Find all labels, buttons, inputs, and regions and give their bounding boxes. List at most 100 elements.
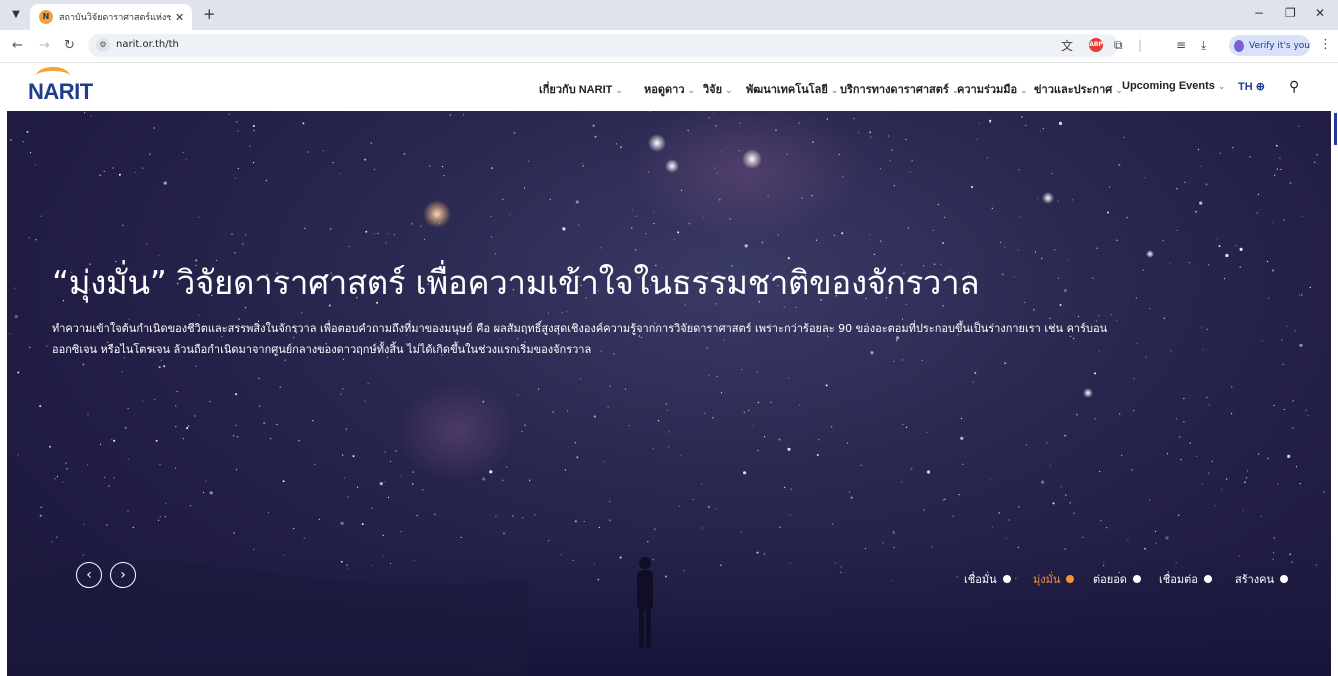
star	[962, 463, 964, 465]
star	[779, 526, 781, 528]
star	[187, 425, 189, 427]
star	[1135, 297, 1137, 299]
star	[1235, 244, 1237, 247]
star	[364, 158, 367, 161]
tab-list-chevron-icon[interactable]: ▼	[8, 7, 24, 23]
star	[838, 153, 840, 156]
forward-arrow-icon[interactable]: →	[39, 38, 50, 53]
restore-icon[interactable]: ❐	[1285, 6, 1296, 20]
star	[302, 122, 305, 125]
chevron-down-icon: ⌄	[830, 85, 839, 95]
star	[242, 243, 244, 245]
star	[1069, 502, 1071, 504]
star	[857, 132, 860, 134]
nav-item-news[interactable]: ข่าวและประกาศ ⌄	[1034, 80, 1123, 98]
star	[252, 162, 255, 164]
nav-item-collaboration[interactable]: ความร่วมมือ ⌄	[957, 80, 1028, 98]
translate-icon[interactable]: ⽂	[1061, 37, 1073, 54]
star	[668, 446, 670, 448]
nav-item-about[interactable]: เกี่ยวกับ NARIT ⌄	[539, 80, 623, 98]
language-switcher[interactable]: TH ⊕	[1238, 80, 1265, 93]
star	[1218, 245, 1221, 248]
nav-item-technology[interactable]: พัฒนาเทคโนโลยี ⌄	[746, 80, 838, 98]
chevron-down-icon: ⌄	[687, 85, 696, 95]
prev-slide-button[interactable]: ‹	[76, 562, 102, 588]
star	[552, 411, 554, 413]
search-icon[interactable]: ⚲	[1289, 78, 1299, 95]
star	[1200, 165, 1202, 167]
star	[1273, 404, 1275, 407]
hero-description: ทำความเข้าใจต้นกำเนิดของชีวิตและสรรพสิ่ง…	[52, 318, 1192, 360]
star	[1057, 277, 1059, 279]
star	[293, 527, 295, 530]
star	[960, 436, 964, 440]
reading-list-icon[interactable]: ≡	[1176, 38, 1186, 52]
star	[502, 479, 504, 481]
star	[1206, 396, 1208, 399]
browser-menu-icon[interactable]: ⋮	[1319, 37, 1332, 52]
star	[976, 138, 978, 141]
star	[593, 415, 596, 418]
star	[104, 476, 106, 478]
star	[764, 436, 766, 438]
star	[971, 186, 974, 188]
star	[1272, 221, 1274, 223]
star	[411, 482, 414, 485]
star	[357, 486, 359, 488]
star	[901, 481, 903, 483]
minimize-icon[interactable]: −	[1254, 6, 1264, 20]
star	[853, 118, 855, 120]
narit-logo[interactable]: NARIT	[28, 67, 93, 105]
extensions-puzzle-icon[interactable]: ⧉	[1114, 38, 1123, 53]
next-slide-button[interactable]: ›	[110, 562, 136, 588]
star	[677, 231, 680, 234]
slide-tab-2[interactable]: มุ่งมั่น	[1033, 570, 1075, 588]
star	[1106, 211, 1109, 214]
star	[429, 165, 431, 167]
star	[798, 404, 800, 406]
star	[385, 242, 387, 244]
scrollbar-thumb[interactable]	[1334, 113, 1337, 145]
address-bar[interactable]: ⚙ narit.or.th/th ⽂ ☆	[88, 34, 1118, 57]
star	[1133, 410, 1135, 412]
star	[1076, 414, 1078, 416]
slide-tab-3[interactable]: ต่อยอด	[1093, 570, 1141, 588]
star	[175, 405, 177, 407]
slide-tab-1[interactable]: เชื่อมั่น	[964, 570, 1011, 588]
browser-tab[interactable]: N สถาบันวิจัยดาราศาสตร์แห่งชาติ (องค์ ✕	[30, 4, 192, 30]
close-tab-icon[interactable]: ✕	[175, 11, 184, 24]
star	[449, 114, 451, 116]
reload-icon[interactable]: ↻	[64, 38, 75, 53]
nav-item-observatory[interactable]: หอดูดาว ⌄	[644, 80, 695, 98]
star	[1065, 494, 1067, 496]
star	[1196, 455, 1198, 457]
nav-item-research[interactable]: วิจัย ⌄	[703, 80, 733, 98]
slide-tab-5[interactable]: สร้างคน	[1235, 570, 1289, 588]
download-icon[interactable]: ⤓	[1201, 38, 1206, 53]
star	[329, 227, 332, 230]
verify-profile-button[interactable]: Verify it's you	[1229, 35, 1310, 56]
nav-item-events[interactable]: Upcoming Events ⌄	[1122, 80, 1225, 92]
star	[850, 496, 853, 499]
star	[767, 195, 769, 197]
star	[393, 234, 396, 236]
star	[384, 481, 386, 483]
star	[880, 240, 882, 242]
adblock-extension-icon[interactable]: ABP	[1089, 38, 1103, 52]
star	[17, 371, 20, 374]
url-text[interactable]: narit.or.th/th	[116, 39, 179, 50]
star	[600, 247, 602, 249]
site-info-icon[interactable]: ⚙	[96, 38, 110, 52]
star	[90, 115, 92, 117]
star	[654, 528, 656, 530]
star	[529, 480, 531, 482]
star	[103, 170, 105, 172]
star	[158, 519, 160, 521]
star	[174, 467, 177, 469]
back-arrow-icon[interactable]: ←	[12, 38, 23, 53]
slide-tab-4[interactable]: เชื่อมต่อ	[1159, 570, 1212, 588]
close-window-icon[interactable]: ✕	[1315, 6, 1325, 20]
new-tab-button[interactable]: +	[203, 5, 216, 23]
star	[649, 111, 651, 113]
nav-item-services[interactable]: บริการทางดาราศาสตร์ ⌄	[840, 80, 959, 98]
